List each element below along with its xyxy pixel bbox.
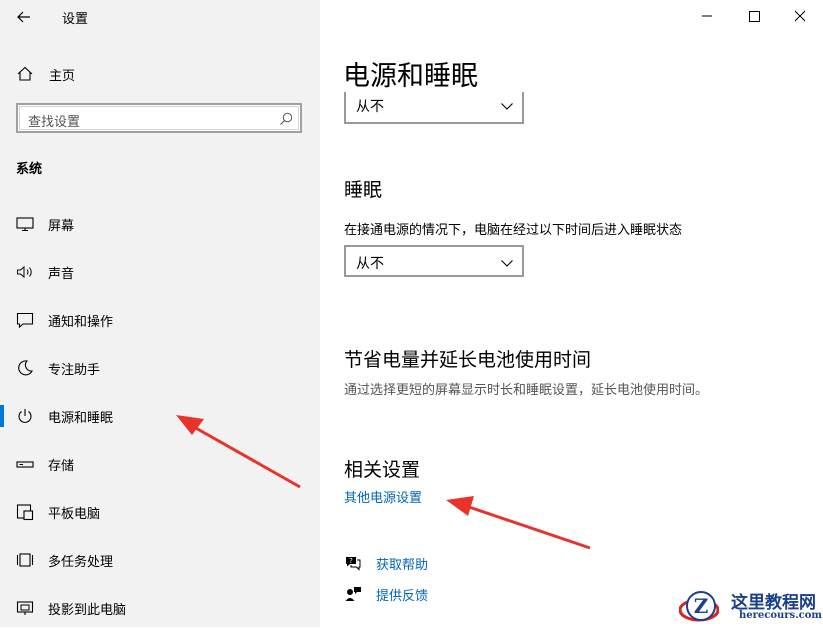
watermark-logo-icon: Z — [678, 586, 720, 626]
sidebar-item-storage[interactable]: 存储 — [0, 446, 320, 482]
screen-timeout-dropdown[interactable]: 从不 — [344, 92, 524, 124]
sidebar-item-label: 专注助手 — [48, 362, 101, 378]
sidebar-item-power-sleep[interactable]: 电源和睡眠 — [0, 398, 320, 434]
storage-icon — [15, 454, 35, 474]
chevron-down-icon — [500, 255, 514, 269]
sleep-timeout-dropdown[interactable]: 从不 — [344, 245, 524, 277]
search-icon[interactable] — [278, 111, 294, 127]
app-title: 设置 — [62, 12, 89, 27]
svg-text:?: ? — [349, 557, 353, 565]
sidebar-item-project[interactable]: 投影到此电脑 — [0, 590, 320, 626]
additional-power-settings-link[interactable]: 其他电源设置 — [344, 487, 422, 506]
sidebar-item-label: 通知和操作 — [48, 314, 114, 330]
project-icon — [15, 598, 35, 618]
dropdown-value: 从不 — [356, 256, 384, 272]
get-help-link[interactable]: ? 获取帮助 — [344, 553, 428, 573]
related-settings-heading: 相关设置 — [344, 459, 421, 481]
sidebar-item-label: 多任务处理 — [48, 554, 114, 570]
help-chat-icon: ? — [344, 554, 362, 572]
sidebar-item-label: 平板电脑 — [48, 506, 101, 522]
give-feedback-link[interactable]: 提供反馈 — [344, 584, 428, 604]
battery-heading: 节省电量并延长电池使用时间 — [344, 349, 592, 371]
monitor-icon — [15, 214, 35, 234]
speaker-icon — [15, 262, 35, 282]
give-feedback-label: 提供反馈 — [376, 588, 429, 604]
sleep-heading: 睡眠 — [344, 179, 383, 201]
dropdown-value: 从不 — [356, 99, 384, 115]
sidebar-item-label: 存储 — [48, 458, 75, 474]
home-label: 主页 — [49, 68, 76, 84]
selected-indicator — [0, 405, 4, 427]
watermark-url: herecours.com — [739, 610, 823, 621]
search-input[interactable]: 查找设置 — [28, 111, 80, 130]
section-label-system: 系统 — [16, 162, 43, 177]
sidebar-item-label: 投影到此电脑 — [48, 602, 127, 618]
search-box[interactable]: 查找设置 — [16, 103, 302, 133]
sidebar-item-label: 电源和睡眠 — [48, 410, 114, 426]
multitask-icon — [15, 550, 35, 570]
sidebar-item-notifications[interactable]: 通知和操作 — [0, 302, 320, 338]
feedback-icon — [344, 585, 362, 603]
minimize-icon[interactable] — [684, 4, 730, 30]
back-arrow-icon[interactable] — [12, 6, 36, 28]
sidebar-item-sound[interactable]: 声音 — [0, 254, 320, 290]
sleep-description: 在接通电源的情况下，电脑在经过以下时间后进入睡眠状态 — [344, 223, 683, 238]
sidebar-item-focus-assist[interactable]: 专注助手 — [0, 350, 320, 386]
close-icon[interactable] — [777, 4, 823, 30]
tablet-icon — [15, 502, 35, 522]
maximize-icon[interactable] — [731, 4, 777, 30]
home-nav-item[interactable]: 主页 — [15, 62, 75, 86]
sidebar-item-tablet[interactable]: 平板电脑 — [0, 494, 320, 530]
page-title: 电源和睡眠 — [343, 61, 478, 92]
power-icon — [15, 406, 35, 426]
main-content: 电源和睡眠 从不 睡眠 在接通电源的情况下，电脑在经过以下时间后进入睡眠状态 从… — [320, 0, 823, 627]
moon-icon — [15, 358, 35, 378]
sidebar-item-label: 声音 — [48, 266, 75, 282]
chevron-down-icon — [500, 98, 514, 112]
watermark: Z 这里教程网 herecours.com — [673, 582, 823, 627]
sidebar-item-multitasking[interactable]: 多任务处理 — [0, 542, 320, 578]
get-help-label: 获取帮助 — [376, 557, 429, 573]
home-icon — [15, 64, 35, 84]
sidebar-item-label: 屏幕 — [48, 218, 75, 234]
notification-icon — [15, 310, 35, 330]
watermark-badge-letter: Z — [694, 594, 709, 618]
sidebar-item-display[interactable]: 屏幕 — [0, 206, 320, 242]
sidebar: 设置 主页 查找设置 系统 屏幕 声音 通知和操作 专注助手 电源和睡眠 存储 — [0, 0, 320, 627]
battery-description: 通过选择更短的屏幕显示时长和睡眠设置，延长电池使用时间。 — [344, 383, 709, 398]
